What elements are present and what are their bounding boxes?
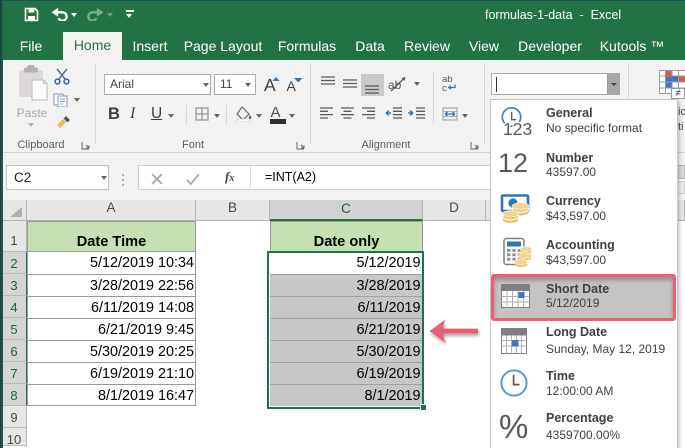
svg-text:c: c (442, 83, 447, 92)
svg-text:ab: ab (388, 78, 402, 92)
svg-text:123: 123 (503, 119, 532, 139)
